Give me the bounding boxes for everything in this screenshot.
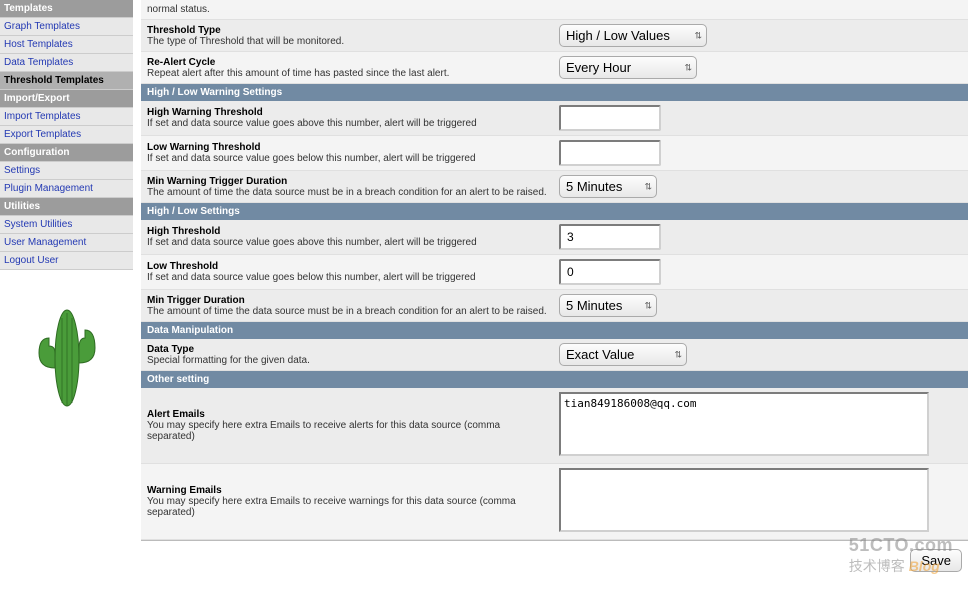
section-data-manip: Data Manipulation bbox=[141, 322, 968, 339]
row-restoral-tail: normal status. bbox=[141, 0, 968, 20]
row-alert-emails: Alert Emails You may specify here extra … bbox=[141, 388, 968, 464]
realert-cycle-select[interactable]: Every Hour bbox=[559, 56, 697, 79]
restoral-desc-tail: normal status. bbox=[147, 4, 210, 15]
low-threshold-desc: If set and data source value goes below … bbox=[147, 272, 476, 283]
sidebar: TemplatesGraph TemplatesHost TemplatesDa… bbox=[0, 0, 133, 591]
save-button[interactable]: Save bbox=[910, 549, 962, 572]
nav-item[interactable]: Import Templates bbox=[0, 108, 133, 126]
high-warning-desc: If set and data source value goes above … bbox=[147, 118, 477, 129]
nav-item[interactable]: Logout User bbox=[0, 252, 133, 270]
section-other: Other setting bbox=[141, 371, 968, 388]
min-warning-trigger-label: Min Warning Trigger Duration bbox=[147, 176, 549, 187]
row-high-warning: High Warning Threshold If set and data s… bbox=[141, 101, 968, 136]
min-trigger-label: Min Trigger Duration bbox=[147, 295, 549, 306]
high-threshold-label: High Threshold bbox=[147, 226, 549, 237]
threshold-type-label: Threshold Type bbox=[147, 25, 549, 36]
alert-emails-desc: You may specify here extra Emails to rec… bbox=[147, 420, 500, 442]
alert-emails-label: Alert Emails bbox=[147, 409, 549, 420]
low-warning-input[interactable] bbox=[559, 140, 661, 166]
section-hl-warning: High / Low Warning Settings bbox=[141, 84, 968, 101]
min-warning-trigger-desc: The amount of time the data source must … bbox=[147, 187, 547, 198]
realert-cycle-label: Re-Alert Cycle bbox=[147, 57, 549, 68]
warning-emails-input[interactable] bbox=[559, 468, 929, 532]
row-realert-cycle: Re-Alert Cycle Repeat alert after this a… bbox=[141, 52, 968, 84]
data-type-select[interactable]: Exact Value bbox=[559, 343, 687, 366]
alert-emails-input[interactable]: tian849186008@qq.com bbox=[559, 392, 929, 456]
low-warning-label: Low Warning Threshold bbox=[147, 142, 549, 153]
nav-item[interactable]: Graph Templates bbox=[0, 18, 133, 36]
high-warning-label: High Warning Threshold bbox=[147, 107, 549, 118]
nav-header: Utilities bbox=[0, 198, 133, 216]
high-warning-input[interactable] bbox=[559, 105, 661, 131]
low-threshold-label: Low Threshold bbox=[147, 261, 549, 272]
row-min-warning-trigger: Min Warning Trigger Duration The amount … bbox=[141, 171, 968, 203]
nav-header: Templates bbox=[0, 0, 133, 18]
nav-item[interactable]: System Utilities bbox=[0, 216, 133, 234]
nav-item[interactable]: User Management bbox=[0, 234, 133, 252]
warning-emails-desc: You may specify here extra Emails to rec… bbox=[147, 496, 516, 518]
nav-item[interactable]: Threshold Templates bbox=[0, 72, 133, 90]
nav-item[interactable]: Data Templates bbox=[0, 54, 133, 72]
threshold-type-desc: The type of Threshold that will be monit… bbox=[147, 36, 344, 47]
low-warning-desc: If set and data source value goes below … bbox=[147, 153, 476, 164]
row-low-warning: Low Warning Threshold If set and data so… bbox=[141, 136, 968, 171]
nav-item[interactable]: Export Templates bbox=[0, 126, 133, 144]
nav-item[interactable]: Settings bbox=[0, 162, 133, 180]
row-threshold-type: Threshold Type The type of Threshold tha… bbox=[141, 20, 968, 52]
realert-cycle-desc: Repeat alert after this amount of time h… bbox=[147, 68, 449, 79]
row-min-trigger: Min Trigger Duration The amount of time … bbox=[141, 290, 968, 322]
low-threshold-input[interactable] bbox=[559, 259, 661, 285]
data-type-desc: Special formatting for the given data. bbox=[147, 355, 310, 366]
high-threshold-desc: If set and data source value goes above … bbox=[147, 237, 477, 248]
section-hl: High / Low Settings bbox=[141, 203, 968, 220]
high-threshold-input[interactable] bbox=[559, 224, 661, 250]
threshold-type-select[interactable]: High / Low Values bbox=[559, 24, 707, 47]
min-warning-trigger-select[interactable]: 5 Minutes bbox=[559, 175, 657, 198]
nav-item[interactable]: Host Templates bbox=[0, 36, 133, 54]
min-trigger-desc: The amount of time the data source must … bbox=[147, 306, 547, 317]
main-content: normal status. Threshold Type The type o… bbox=[133, 0, 968, 591]
nav-header: Import/Export bbox=[0, 90, 133, 108]
nav-header: Configuration bbox=[0, 144, 133, 162]
row-warning-emails: Warning Emails You may specify here extr… bbox=[141, 464, 968, 540]
nav-item[interactable]: Plugin Management bbox=[0, 180, 133, 198]
row-data-type: Data Type Special formatting for the giv… bbox=[141, 339, 968, 371]
warning-emails-label: Warning Emails bbox=[147, 485, 549, 496]
save-row: Save bbox=[141, 540, 968, 580]
min-trigger-select[interactable]: 5 Minutes bbox=[559, 294, 657, 317]
row-high-threshold: High Threshold If set and data source va… bbox=[141, 220, 968, 255]
data-type-label: Data Type bbox=[147, 344, 549, 355]
row-low-threshold: Low Threshold If set and data source val… bbox=[141, 255, 968, 290]
cactus-logo bbox=[0, 298, 133, 418]
